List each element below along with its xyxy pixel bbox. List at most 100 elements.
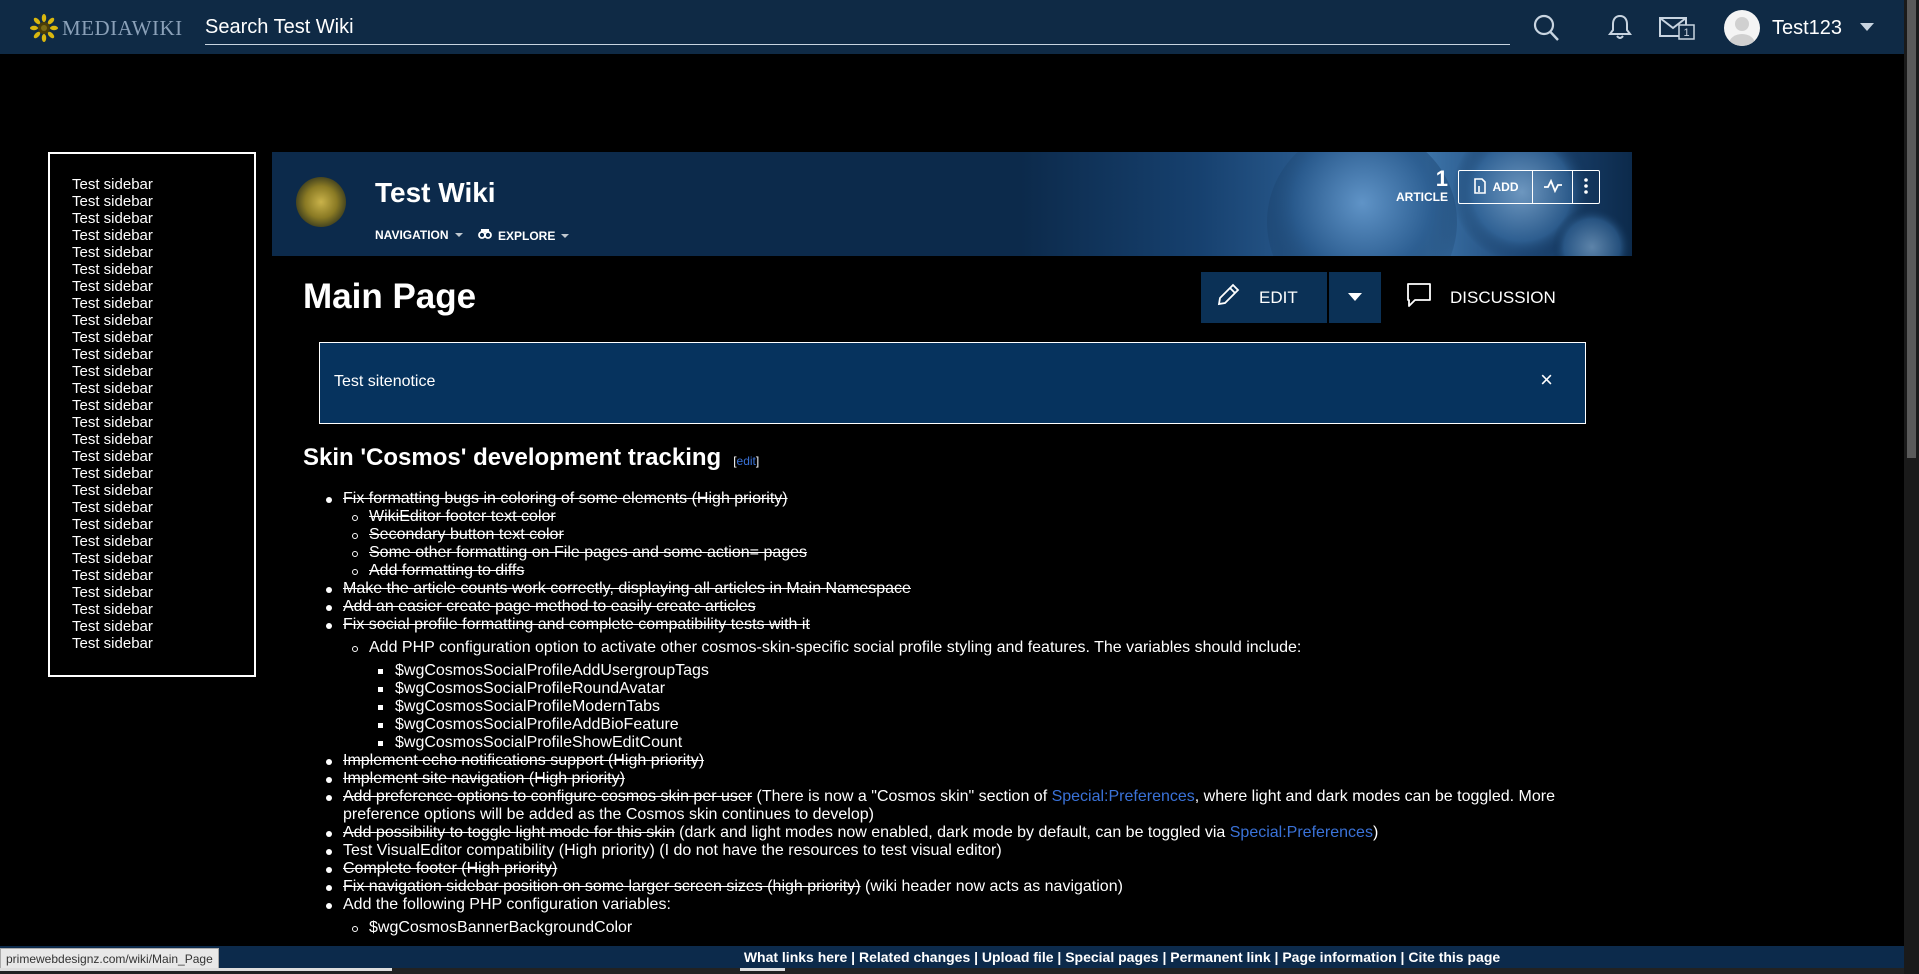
bullet-icon bbox=[352, 646, 358, 652]
sidebar-item[interactable]: Test sidebar bbox=[72, 584, 254, 601]
bullet-icon bbox=[326, 605, 332, 611]
edit-section-bracket: ] bbox=[755, 454, 760, 468]
list-item-text: $wgCosmosSocialProfileRoundAvatar bbox=[395, 680, 666, 697]
sidebar-item[interactable]: Test sidebar bbox=[72, 414, 254, 431]
sidebar-item[interactable]: Test sidebar bbox=[72, 295, 254, 312]
sidebar-item[interactable]: Test sidebar bbox=[72, 210, 254, 227]
edit-section-anchor[interactable]: edit bbox=[737, 454, 756, 468]
list-item-text: Implement echo notifications support (Hi… bbox=[343, 752, 705, 769]
mediawiki-logo[interactable]: MEDIAWIKI bbox=[30, 14, 183, 42]
sidebar-item[interactable]: Test sidebar bbox=[72, 618, 254, 635]
list-item-text: $wgCosmosSocialProfileAddUsergroupTags bbox=[395, 662, 709, 679]
article-counter[interactable]: 1 ARTICLE bbox=[1390, 168, 1448, 205]
sidebar-item[interactable]: Test sidebar bbox=[72, 516, 254, 533]
list-item-text: Fix navigation sidebar position on some … bbox=[343, 878, 861, 895]
recent-changes-button[interactable] bbox=[1533, 171, 1573, 203]
bullet-icon bbox=[378, 687, 383, 692]
more-actions-button[interactable] bbox=[1573, 171, 1599, 203]
sidebar-item[interactable]: Test sidebar bbox=[72, 601, 254, 618]
wiki-logo[interactable] bbox=[296, 177, 346, 227]
sidebar-item[interactable]: Test sidebar bbox=[72, 431, 254, 448]
page-scrollbar[interactable] bbox=[1904, 0, 1919, 974]
list-item: Complete footer (High priority) bbox=[319, 860, 1619, 878]
discussion-label: DISCUSSION bbox=[1450, 287, 1556, 307]
sidebar-item[interactable]: Test sidebar bbox=[72, 448, 254, 465]
list-item-text: ) bbox=[1372, 824, 1379, 841]
sidebar-item[interactable]: Test sidebar bbox=[72, 329, 254, 346]
close-icon[interactable]: × bbox=[1540, 367, 1553, 393]
list-item-text: Fix social profile formatting and comple… bbox=[343, 616, 810, 633]
section-heading-text: Skin 'Cosmos' development tracking bbox=[303, 444, 722, 471]
explore-icon bbox=[478, 228, 492, 243]
sidebar-item[interactable]: Test sidebar bbox=[72, 380, 254, 397]
bullet-icon bbox=[352, 515, 358, 521]
sidebar-item[interactable]: Test sidebar bbox=[72, 193, 254, 210]
page-title: Main Page bbox=[303, 277, 477, 316]
article-count-label: ARTICLE bbox=[1396, 190, 1448, 204]
list-item: WikiEditor footer text color bbox=[319, 508, 1619, 526]
sidebar-item[interactable]: Test sidebar bbox=[72, 261, 254, 278]
list-item: $wgCosmosSocialProfileModernTabs bbox=[319, 698, 1619, 716]
list-item-text: $wgCosmosSocialProfileShowEditCount bbox=[395, 734, 683, 751]
sidebar-item[interactable]: Test sidebar bbox=[72, 635, 254, 652]
list-item-text: $wgCosmosBannerBackgroundColor bbox=[369, 919, 633, 936]
list-item: $wgCosmosSocialProfileShowEditCount bbox=[319, 734, 1619, 752]
edit-dropdown-button[interactable] bbox=[1329, 272, 1381, 323]
sidebar-item[interactable]: Test sidebar bbox=[72, 397, 254, 414]
sidebar-item[interactable]: Test sidebar bbox=[72, 346, 254, 363]
user-menu[interactable]: Test123 bbox=[1724, 10, 1875, 46]
add-page-button[interactable]: ADD bbox=[1459, 171, 1533, 203]
test-sidebar: Test sidebar Test sidebar Test sidebar Test… bbox=[48, 152, 256, 677]
edit-button[interactable]: EDIT bbox=[1201, 272, 1327, 323]
list-item: Add preference options to configure cosm… bbox=[319, 788, 1619, 824]
scrollbar-thumb[interactable] bbox=[1907, 0, 1916, 458]
add-label: ADD bbox=[1492, 180, 1519, 194]
strip-segment bbox=[0, 968, 392, 971]
list-item-text: Fix formatting bugs in coloring of some … bbox=[343, 490, 788, 507]
footer-links[interactable]: What links here | Related changes | Uplo… bbox=[404, 949, 1500, 965]
sidebar-item[interactable]: Test sidebar bbox=[72, 465, 254, 482]
sidebar-item[interactable]: Test sidebar bbox=[72, 550, 254, 567]
sidebar-item[interactable]: Test sidebar bbox=[72, 312, 254, 329]
sidebar-item[interactable]: Test sidebar bbox=[72, 533, 254, 550]
preferences-link[interactable]: Special:Preferences bbox=[1230, 824, 1373, 841]
navigation-label: NAVIGATION bbox=[375, 228, 449, 242]
bullet-icon bbox=[326, 777, 332, 783]
search-input[interactable] bbox=[205, 12, 1510, 42]
sidebar-item[interactable]: Test sidebar bbox=[72, 278, 254, 295]
list-item: Make the article counts work correctly, … bbox=[319, 580, 1619, 598]
list-item: Add an easier create page method to easi… bbox=[319, 598, 1619, 616]
bullet-icon bbox=[378, 741, 383, 746]
sidebar-item[interactable]: Test sidebar bbox=[72, 176, 254, 193]
list-item: Secondary button text color bbox=[319, 526, 1619, 544]
sidebar-item[interactable]: Test sidebar bbox=[72, 244, 254, 261]
sidebar-item[interactable]: Test sidebar bbox=[72, 567, 254, 584]
list-item-text: Add preference options to configure cosm… bbox=[343, 788, 753, 805]
explore-menu[interactable]: EXPLORE bbox=[478, 228, 570, 243]
edit-label: EDIT bbox=[1259, 287, 1298, 307]
bullet-icon bbox=[326, 759, 332, 765]
wiki-title[interactable]: Test Wiki bbox=[375, 177, 496, 209]
header-button-group: ADD bbox=[1458, 170, 1600, 204]
content-panel: Test Wiki NAVIGATION EXPLORE 1 ARTICLE A… bbox=[272, 152, 1632, 974]
list-item: Implement echo notifications support (Hi… bbox=[319, 752, 1619, 770]
preferences-link[interactable]: Special:Preferences bbox=[1052, 788, 1195, 805]
strip-segment bbox=[740, 968, 785, 971]
search-box[interactable] bbox=[205, 12, 1510, 45]
discussion-button[interactable]: DISCUSSION bbox=[1406, 282, 1556, 313]
sidebar-item[interactable]: Test sidebar bbox=[72, 482, 254, 499]
sidebar-item[interactable]: Test sidebar bbox=[72, 363, 254, 380]
bullet-icon bbox=[326, 885, 332, 891]
mail-icon[interactable]: 1 bbox=[1659, 16, 1695, 45]
search-icon[interactable] bbox=[1532, 12, 1560, 47]
navigation-menu[interactable]: NAVIGATION bbox=[375, 228, 463, 242]
list-item-text: Secondary button text color bbox=[369, 526, 564, 543]
bell-icon[interactable] bbox=[1607, 13, 1633, 46]
status-bar-url: primewebdesignz.com/wiki/Main_Page bbox=[0, 948, 219, 970]
sidebar-item[interactable]: Test sidebar bbox=[72, 227, 254, 244]
chevron-down-icon bbox=[1860, 19, 1875, 37]
wiki-header: Test Wiki NAVIGATION EXPLORE 1 ARTICLE A… bbox=[272, 152, 1632, 256]
list-item: Add PHP configuration option to activate… bbox=[319, 639, 1619, 657]
sidebar-item[interactable]: Test sidebar bbox=[72, 499, 254, 516]
list-item-text: Add the following PHP configuration vari… bbox=[343, 896, 671, 913]
